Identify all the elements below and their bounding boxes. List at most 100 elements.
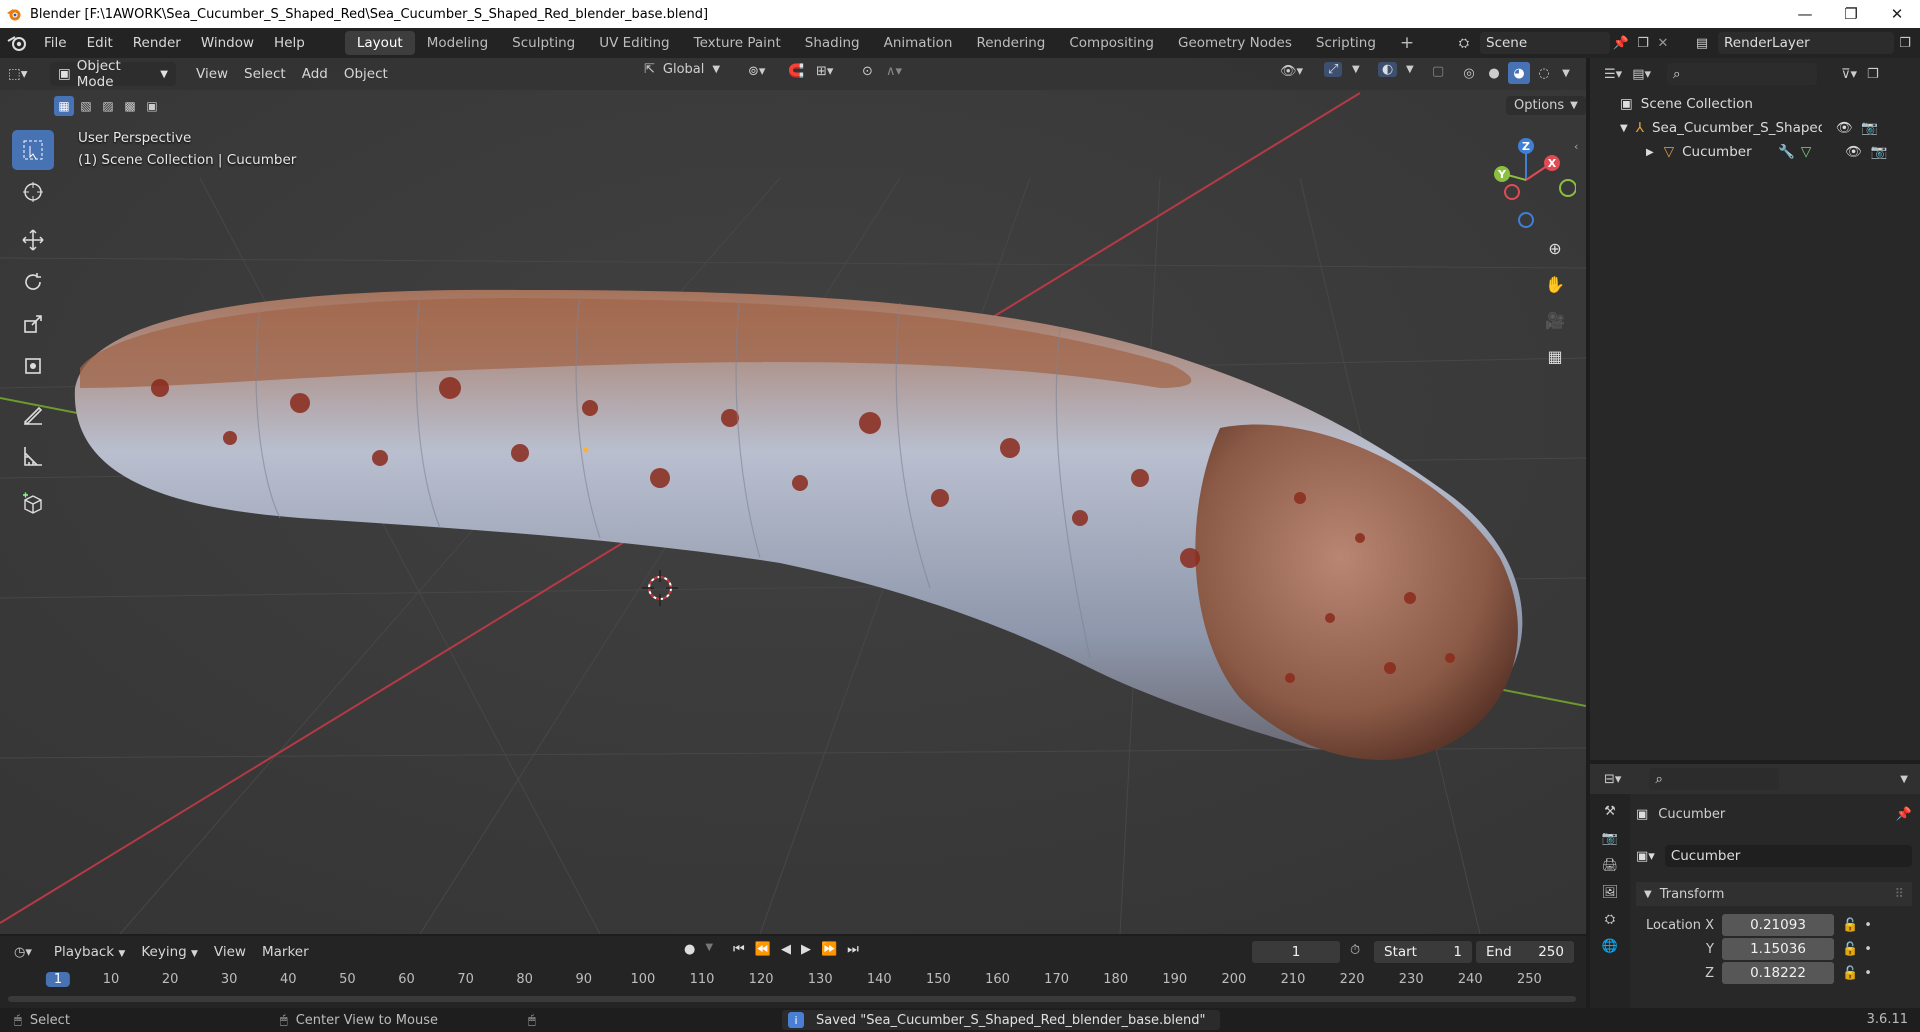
timeline-menu-marker[interactable]: Marker (254, 940, 317, 964)
new-collection-icon[interactable]: ❐ (1867, 67, 1879, 82)
tab-uv-editing[interactable]: UV Editing (587, 31, 681, 55)
sidebar-toggle-icon[interactable]: ‹ (1574, 140, 1578, 153)
current-frame-marker[interactable]: 1 (45, 972, 71, 987)
timeline-menu-keying[interactable]: Keying ▼ (133, 940, 206, 964)
outliner-editor-icon[interactable]: ☰▾ (1604, 67, 1622, 82)
status-report[interactable]: i Saved "Sea_Cucumber_S_Shaped_Red_blend… (782, 1010, 1220, 1030)
render-camera-icon[interactable]: 📷 (1870, 144, 1887, 160)
3d-viewport[interactable]: ⬚▾ ▣ Object Mode ▼ View Select Add Objec… (0, 58, 1586, 934)
expand-arrow-icon[interactable]: ▶ (1646, 147, 1654, 158)
timeline-menu-view[interactable]: View (206, 940, 254, 964)
menu-edit[interactable]: Edit (77, 28, 123, 58)
select-new-icon[interactable]: ▦ (54, 96, 74, 116)
filter-icon[interactable]: ⊽▾ (1841, 67, 1857, 82)
snap-icon[interactable]: 🧲 (788, 64, 804, 79)
delete-layer-icon[interactable]: ✕ (1916, 36, 1920, 51)
viewport-menu-object[interactable]: Object (336, 62, 396, 86)
pin-icon[interactable]: 📌 (1896, 807, 1912, 822)
play-icon[interactable]: ▶ (801, 942, 811, 957)
tab-scripting[interactable]: Scripting (1304, 31, 1388, 55)
select-intersect-icon[interactable]: ▣ (142, 96, 162, 116)
new-layer-icon[interactable]: ❐ (1894, 36, 1916, 51)
lock-icon[interactable]: 🔓 (1842, 918, 1858, 933)
proportional-edit-icon[interactable]: ⊙ (862, 64, 873, 79)
scene-name-field[interactable]: Scene (1480, 32, 1610, 54)
tab-rendering[interactable]: Rendering (964, 31, 1057, 55)
overlays-icon[interactable]: ◐ (1378, 62, 1398, 77)
display-mode-icon[interactable]: ▤▾ (1632, 67, 1651, 82)
tab-sculpting[interactable]: Sculpting (500, 31, 587, 55)
eye-icon[interactable]: 👁 (1845, 144, 1862, 160)
object-name-input[interactable]: Cucumber (1664, 845, 1912, 867)
select-invert-icon[interactable]: ▩ (120, 96, 140, 116)
add-cube-tool[interactable] (12, 484, 54, 524)
timeline-editor-icon[interactable]: ◷▾ (14, 945, 32, 960)
tab-shading[interactable]: Shading (793, 31, 872, 55)
options-dropdown[interactable]: Options ▼ (1506, 96, 1586, 115)
pivot-point-icon[interactable]: ⊚▾ (748, 64, 765, 79)
keyframe-dot-icon[interactable]: • (1864, 942, 1872, 957)
render-tab-icon[interactable]: 📷 (1602, 831, 1618, 846)
view-layer-tab-icon[interactable]: 🖼 (1602, 885, 1619, 900)
menu-help[interactable]: Help (264, 28, 315, 58)
blender-menu-icon[interactable] (0, 28, 34, 58)
chevron-down-icon[interactable]: ▼ (1352, 64, 1360, 75)
new-scene-icon[interactable]: ❐ (1632, 36, 1654, 51)
record-icon[interactable]: ● (684, 942, 695, 957)
render-camera-icon[interactable]: 📷 (1861, 120, 1878, 136)
properties-editor-icon[interactable]: ⊟▾ (1604, 772, 1621, 787)
navigation-gizmo[interactable]: Z X Y (1476, 130, 1576, 230)
object-mode-dropdown[interactable]: ▣ Object Mode ▼ (50, 58, 176, 90)
expand-arrow-icon[interactable]: ▼ (1620, 123, 1628, 134)
viewport-menu-select[interactable]: Select (236, 62, 294, 86)
rendered-shading-icon[interactable]: ◌ (1533, 62, 1555, 84)
tab-geometry-nodes[interactable]: Geometry Nodes (1166, 31, 1304, 55)
outliner-search-input[interactable]: ⌕ (1667, 63, 1817, 85)
select-extend-icon[interactable]: ▧ (76, 96, 96, 116)
xray-icon[interactable]: ▢ (1432, 64, 1444, 79)
timeline-menu-playback[interactable]: Playback ▼ (46, 940, 133, 964)
drag-handle-icon[interactable]: ⠿ (1894, 887, 1904, 902)
select-box-tool[interactable] (12, 130, 54, 170)
menu-render[interactable]: Render (123, 28, 191, 58)
close-button[interactable]: ✕ (1874, 0, 1920, 28)
outliner-scene-collection[interactable]: ▣ Scene Collection (1590, 92, 1920, 116)
maximize-button[interactable]: ❐ (1828, 0, 1874, 28)
add-workspace-button[interactable]: + (1388, 31, 1426, 55)
material-shading-icon[interactable]: ◕ (1508, 62, 1530, 84)
chevron-down-icon[interactable]: ▼ (1406, 64, 1414, 75)
tab-layout[interactable]: Layout (344, 31, 415, 55)
object-browse-icon[interactable]: ▣▾ (1636, 849, 1655, 864)
modifier-wrench-icon[interactable]: 🔧 (1778, 144, 1795, 160)
keyframe-dot-icon[interactable]: • (1864, 966, 1872, 981)
output-tab-icon[interactable]: 🖨 (1602, 858, 1619, 873)
end-frame-field[interactable]: End 250 (1476, 941, 1574, 963)
world-tab-icon[interactable]: 🌐 (1602, 939, 1618, 954)
properties-search-input[interactable]: ⌕ (1649, 768, 1780, 790)
jump-start-icon[interactable]: ⏮ (733, 942, 745, 957)
tab-animation[interactable]: Animation (872, 31, 965, 55)
lock-icon[interactable]: 🔓 (1842, 966, 1858, 981)
tab-compositing[interactable]: Compositing (1057, 31, 1166, 55)
render-layer-field[interactable]: RenderLayer (1718, 32, 1894, 54)
delete-scene-icon[interactable]: ✕ (1654, 36, 1672, 51)
zoom-icon[interactable]: ⊕ (1540, 234, 1570, 262)
play-reverse-icon[interactable]: ◀ (781, 942, 791, 957)
chevron-down-icon[interactable]: ▼ (1900, 774, 1908, 785)
viewport-menu-add[interactable]: Add (294, 62, 336, 86)
outliner-item-cucumber[interactable]: ▶ ▽ Cucumber 🔧 ▽ 👁 📷 (1590, 140, 1920, 164)
visibility-icon[interactable]: 👁▾ (1280, 64, 1303, 79)
cursor-tool[interactable] (12, 172, 54, 212)
viewport-menu-view[interactable]: View (188, 62, 236, 86)
scale-tool[interactable] (12, 304, 54, 344)
mesh-data-icon[interactable]: ▽ (1801, 144, 1811, 160)
falloff-icon[interactable]: ∧▾ (886, 64, 902, 79)
ortho-grid-icon[interactable]: ▦ (1540, 342, 1570, 370)
prev-keyframe-icon[interactable]: ⏪ (755, 942, 771, 957)
select-subtract-icon[interactable]: ▨ (98, 96, 118, 116)
menu-window[interactable]: Window (191, 28, 264, 58)
wireframe-shading-icon[interactable]: ◎ (1458, 62, 1480, 84)
scene-icon[interactable]: ⛭ (1448, 36, 1480, 51)
tool-tab-icon[interactable]: ⚒ (1604, 804, 1616, 819)
pin-icon[interactable]: 📌 (1610, 36, 1632, 51)
